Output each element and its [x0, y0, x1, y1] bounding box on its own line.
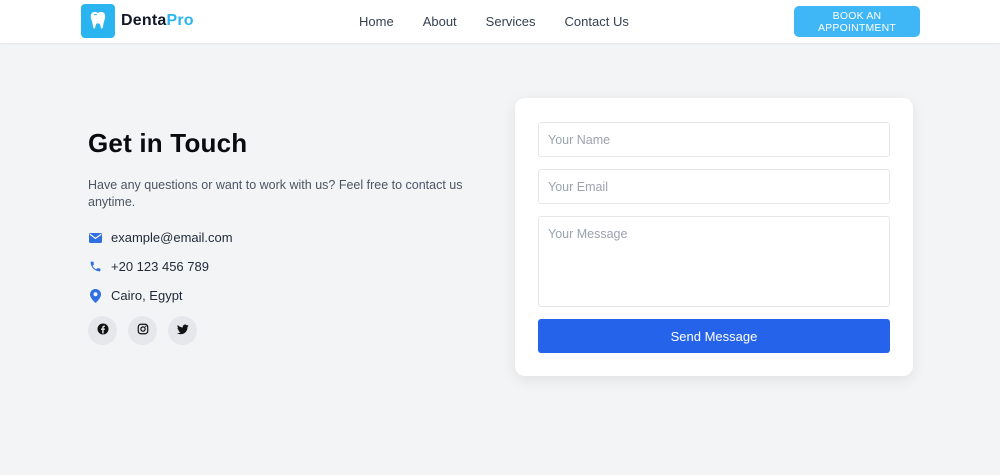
brand[interactable]: DentaPro [81, 4, 194, 38]
brand-name: DentaPro [121, 12, 194, 30]
book-appointment-button[interactable]: BOOK AN APPOINTMENT [794, 6, 920, 37]
contact-details: example@email.com +20 123 456 789 Cairo,… [88, 229, 488, 304]
contact-phone: +20 123 456 789 [111, 259, 209, 274]
nav-services[interactable]: Services [486, 14, 536, 29]
message-textarea[interactable] [538, 216, 890, 307]
social-links [88, 316, 488, 345]
nav-about[interactable]: About [423, 14, 457, 29]
nav-home[interactable]: Home [359, 14, 394, 29]
brand-name-pro: Pro [166, 12, 194, 29]
nav-contact-us[interactable]: Contact Us [565, 14, 629, 29]
main-nav: Home About Services Contact Us [359, 0, 658, 43]
page-title: Get in Touch [88, 128, 248, 158]
facebook-link[interactable] [88, 316, 117, 345]
contact-info-section: Get in Touch Have any questions or want … [88, 126, 488, 345]
contact-email: example@email.com [111, 230, 233, 245]
contact-email-row: example@email.com [88, 229, 488, 246]
envelope-icon [88, 231, 102, 245]
contact-location-row: Cairo, Egypt [88, 287, 488, 304]
contact-location: Cairo, Egypt [111, 288, 183, 303]
instagram-icon [137, 322, 149, 340]
twitter-link[interactable] [168, 316, 197, 345]
contact-form: Send Message [515, 98, 913, 376]
navbar: DentaPro Home About Services Contact Us … [0, 0, 1000, 43]
phone-icon [88, 260, 102, 274]
name-input[interactable] [538, 122, 890, 157]
brand-name-denta: Denta [121, 12, 167, 29]
intro-text: Have any questions or want to work with … [88, 178, 463, 209]
twitter-icon [176, 322, 189, 340]
email-input[interactable] [538, 169, 890, 204]
contact-phone-row: +20 123 456 789 [88, 258, 488, 275]
tooth-logo-icon [81, 4, 115, 38]
facebook-icon [97, 322, 109, 340]
instagram-link[interactable] [128, 316, 157, 345]
send-message-button[interactable]: Send Message [538, 319, 890, 353]
map-pin-icon [88, 288, 102, 303]
